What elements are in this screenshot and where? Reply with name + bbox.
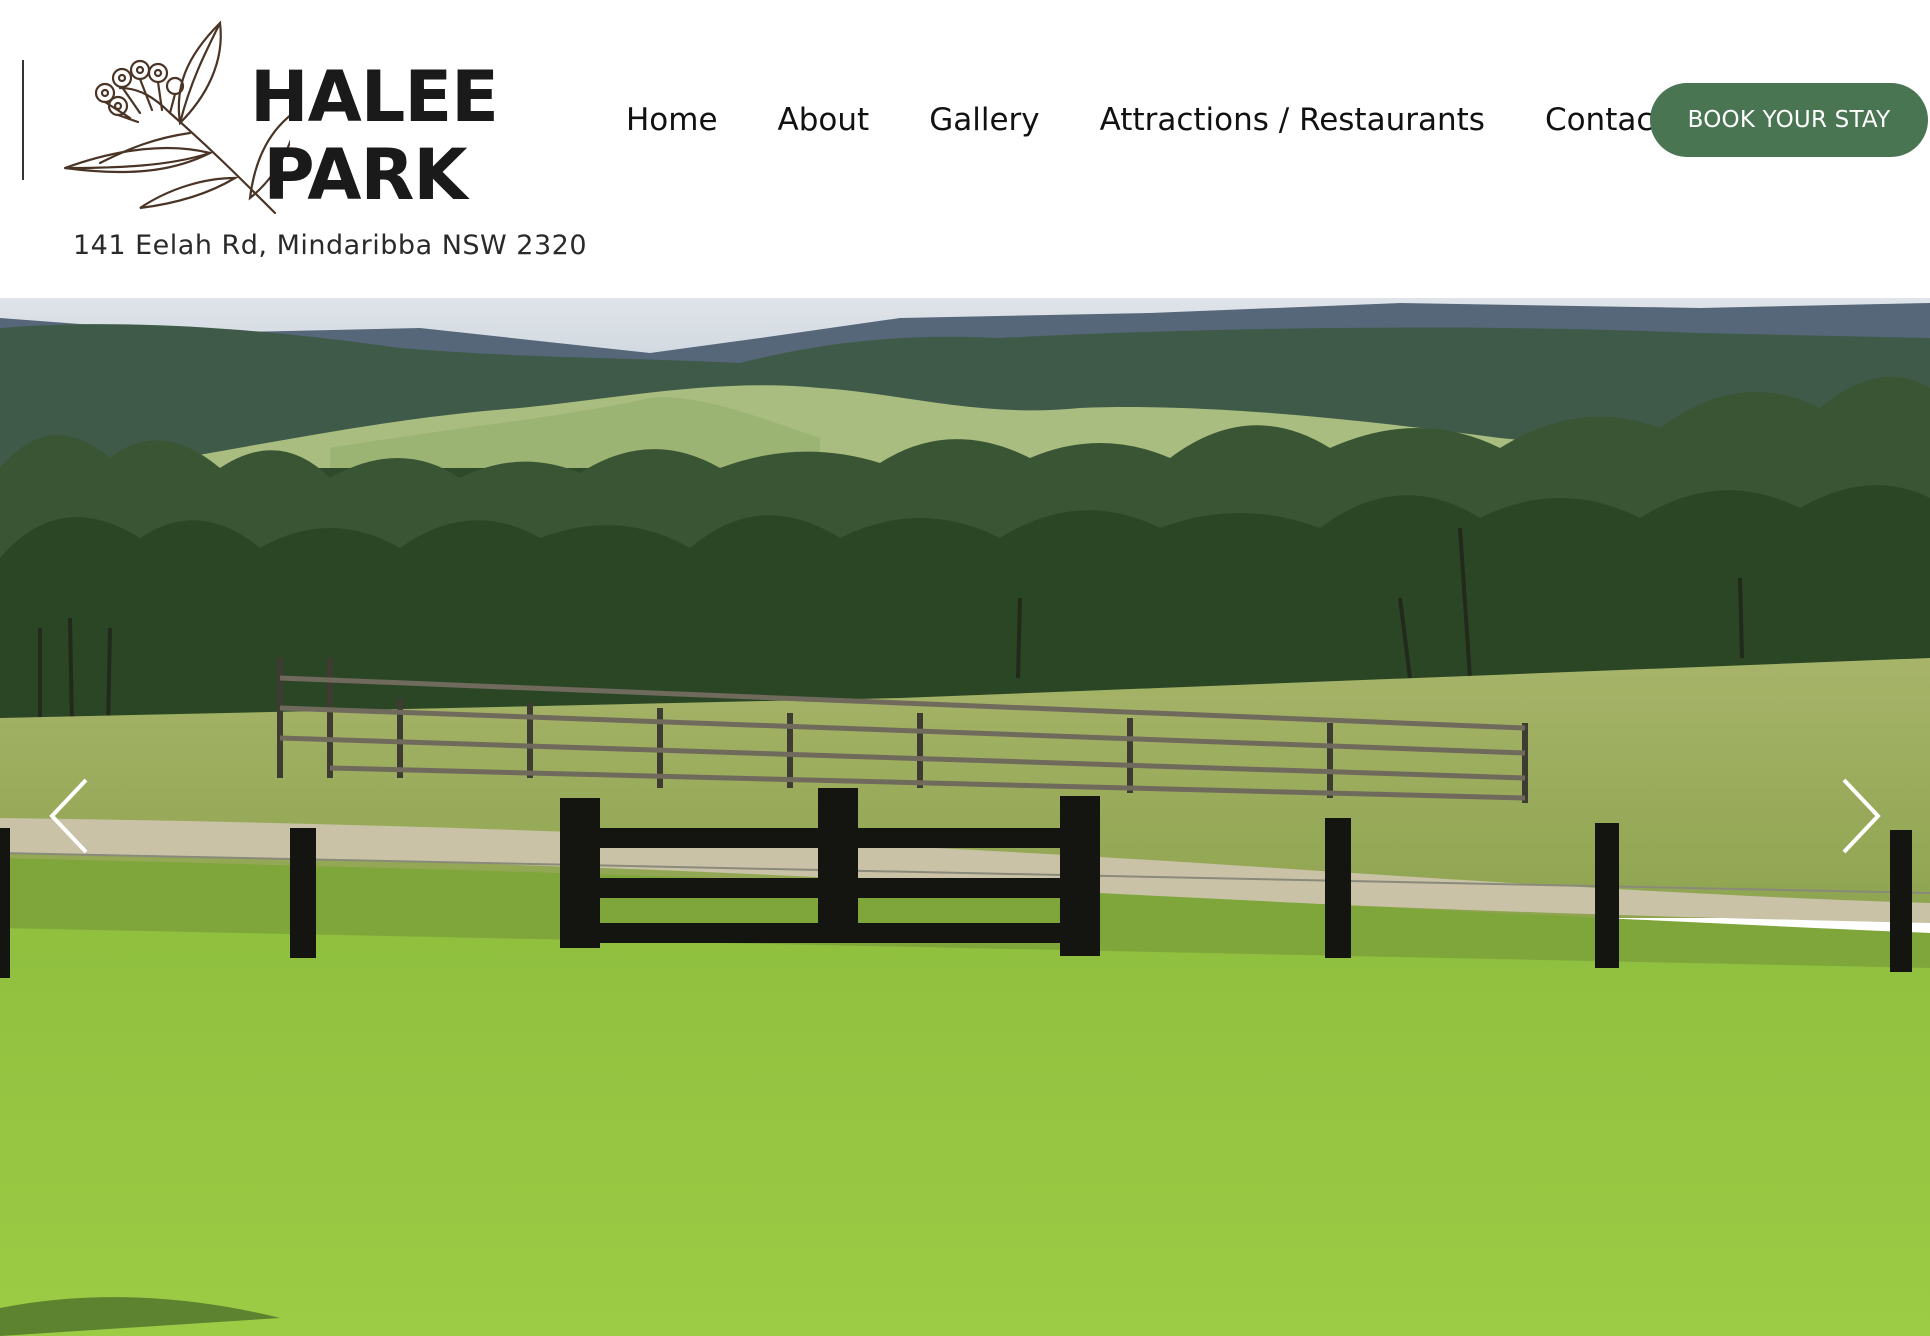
hero-slideshow [0,298,1930,1336]
site-header: HALEE PARK 141 Eelah Rd, Mindaribba NSW … [0,0,1930,298]
nav-about[interactable]: About [778,102,870,138]
logo-line-2: PARK [263,134,467,216]
nav-home[interactable]: Home [626,102,718,138]
header-divider [22,60,24,180]
chevron-left-icon[interactable] [46,776,94,856]
book-your-stay-button[interactable]: BOOK YOUR STAY [1650,83,1928,157]
nav-contact[interactable]: Contact [1545,102,1666,138]
site-logo-text[interactable]: HALEE PARK [250,56,499,216]
nav-gallery[interactable]: Gallery [929,102,1039,138]
nav-attractions-restaurants[interactable]: Attractions / Restaurants [1100,102,1485,138]
logo-line-1: HALEE [250,56,499,138]
hero-landscape-image [0,298,1930,1336]
main-navigation: Home About Gallery Attractions / Restaur… [626,96,1726,144]
chevron-right-icon[interactable] [1836,776,1884,856]
address-text: 141 Eelah Rd, Mindaribba NSW 2320 [73,230,588,261]
